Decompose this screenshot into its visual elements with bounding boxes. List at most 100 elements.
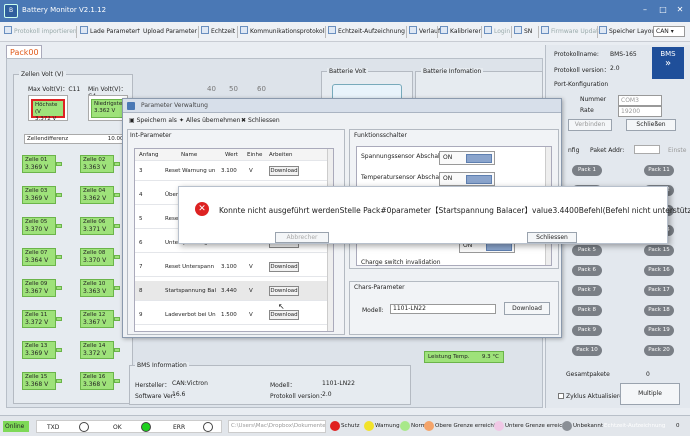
pack-button[interactable]: Pack 7 [572, 285, 602, 296]
cycle-refresh-checkbox[interactable] [558, 393, 564, 399]
legend-dot-icon [330, 421, 340, 431]
gauge-tick: 60 [257, 85, 266, 93]
pack-button[interactable]: Pack 17 [644, 285, 674, 296]
pack-button[interactable]: Pack 9 [572, 325, 602, 336]
port-number-select[interactable]: COM3 [618, 95, 662, 106]
close-param-button[interactable]: ✖ Schliessen [241, 116, 280, 126]
table-row[interactable]: 7 Reset Unterspann 3.100 V Download [135, 257, 329, 277]
load-params-button[interactable]: Lade Parameter [80, 26, 138, 38]
table-row[interactable]: 8 Startspannung Bal 3.440 V Download [135, 281, 329, 301]
table-row[interactable]: 9 Ladeverbot bei Un 1.500 V Download [135, 305, 329, 325]
row-download-button[interactable]: Download [269, 262, 299, 272]
row-download-button[interactable]: Download [269, 286, 299, 296]
rate-select[interactable]: 19200 [618, 106, 662, 117]
close-icon[interactable]: ✕ [673, 4, 687, 16]
legend-dot-icon [364, 421, 374, 431]
pack-button[interactable]: Pack 6 [572, 265, 602, 276]
pack-button[interactable]: Pack 16 [644, 265, 674, 276]
cell-voltage: 3.363 V [83, 164, 107, 171]
model-input[interactable]: 1101-LN22 [390, 304, 496, 314]
table-row[interactable]: 3 Reset Warnung un 3.100 V Download [135, 161, 329, 181]
pack-button[interactable]: Pack 5 [572, 245, 602, 256]
battery-info-title: Batterie Infomation [421, 68, 484, 75]
cell-voltage: 3.368 V [83, 381, 107, 388]
row-start: 6 [139, 240, 143, 246]
close-port-button[interactable]: Schließen [626, 119, 676, 131]
realtime-button[interactable]: Echtzeit [201, 26, 235, 38]
row-value: 1.500 [221, 312, 237, 318]
row-start: 5 [139, 216, 143, 222]
pack-button[interactable]: Pack 8 [572, 305, 602, 316]
cell-name: Zelle 10 [83, 281, 106, 287]
maximize-icon[interactable]: □ [656, 4, 670, 16]
login-button[interactable]: Login [484, 26, 510, 38]
bms-info-title: BMS Information [135, 362, 189, 369]
connect-button[interactable]: Verbinden [568, 119, 612, 131]
error-close-button[interactable]: Schliessen [527, 232, 577, 243]
chars-params-title: Chars-Parameter [354, 284, 405, 291]
minimize-icon[interactable]: – [638, 4, 652, 16]
sn-icon [514, 26, 522, 34]
set-button[interactable]: Einste [668, 147, 686, 154]
protocol-import-button[interactable]: Protokoll importieren [4, 26, 77, 38]
row-download-button[interactable]: Download [269, 310, 299, 320]
cell-name: Zelle 16 [83, 374, 106, 380]
abort-button[interactable]: Abbrecher [275, 232, 329, 243]
err-led-icon [203, 422, 213, 432]
row-name: Startspannung Bal [165, 288, 217, 294]
cell-card: Zelle 09 3.367 V [22, 279, 56, 297]
pack-button[interactable]: Pack 11 [644, 165, 674, 176]
chars-params-group: Chars-Parameter Modell: 1101-LN22 Downlo… [349, 281, 559, 335]
memory-layout-button[interactable]: Speicher Layout [599, 26, 658, 38]
pack-button[interactable]: Pack 18 [644, 305, 674, 316]
protocol-name-value: BMS-165 [610, 51, 637, 58]
cell-name: Zelle 01 [25, 157, 48, 163]
history-button[interactable]: Verlauf [409, 26, 440, 38]
battery-volt-title: Batterie Volt [327, 68, 369, 75]
cell-name: Zelle 09 [25, 281, 48, 287]
pack-addr-input[interactable] [634, 145, 660, 154]
cell-terminal [56, 379, 62, 383]
realtime-recording-button[interactable]: Echtzeit-Aufzeichnung [328, 26, 405, 38]
firmware-update-button[interactable]: Firmware Update [541, 26, 602, 38]
calibrate-icon [440, 26, 448, 34]
calibrate-button[interactable]: Kalibrieren [440, 26, 482, 38]
cell-diff-label: Zellendifferenz [27, 136, 69, 142]
protocol-name-label: Protokollname: [554, 51, 599, 58]
cell-voltage: 3.372 V [25, 319, 49, 326]
cell-diff-field: Zellendifferenz 10.000 [24, 134, 130, 144]
voltage-sensor-toggle[interactable]: ON [439, 151, 495, 165]
cell-voltage: 3.362 V [83, 195, 107, 202]
comm-protocol-button[interactable]: Kommunikationsprotokoll [240, 26, 326, 38]
pack-button[interactable]: Pack 20 [644, 345, 674, 356]
port-config-title: Port-Konfiguration [554, 81, 609, 88]
cell-voltage: 3.364 V [25, 257, 49, 264]
right-protocol-version-value: 2.0 [610, 65, 620, 72]
cell-terminal [114, 317, 120, 321]
cell-voltage: 3.368 V [25, 381, 49, 388]
temp-sensor-toggle[interactable]: ON [439, 172, 495, 186]
save-as-button[interactable]: ▣ Speichern als [129, 116, 177, 126]
window-title: Battery Monitor V2.1.12 [22, 6, 107, 14]
upload-params-button[interactable]: ↑ Upload Parameter [136, 26, 197, 38]
software-value: 16.6 [172, 391, 186, 398]
main-toolbar: Protokoll importieren Lade Parameter ↑ U… [0, 22, 690, 42]
parameter-window-icon [127, 102, 135, 110]
model-download-button[interactable]: Download [504, 302, 550, 315]
col-action: Arbeiten [269, 152, 293, 158]
port-select[interactable]: CAN ▾ [653, 26, 685, 37]
col-start: Anfang [139, 152, 159, 158]
tab-pack00[interactable]: Pack00 [6, 45, 42, 59]
cell-terminal [114, 162, 120, 166]
cell-card: Zelle 15 3.368 V [22, 372, 56, 390]
pack-button[interactable]: Pack 15 [644, 245, 674, 256]
row-name: Ladeverbot bei Un [165, 312, 216, 318]
sn-button[interactable]: SN [514, 26, 532, 38]
apply-all-button[interactable]: ✦ Alles übernehmen [179, 116, 240, 126]
pack-button[interactable]: Pack 19 [644, 325, 674, 336]
pack-button[interactable]: Pack 1 [572, 165, 602, 176]
multiple-button[interactable]: Multiple [620, 383, 680, 405]
pack-button[interactable]: Pack 10 [572, 345, 602, 356]
row-download-button[interactable]: Download [269, 166, 299, 176]
max-volt-card: Höchste (V 3.372 V [28, 95, 68, 122]
